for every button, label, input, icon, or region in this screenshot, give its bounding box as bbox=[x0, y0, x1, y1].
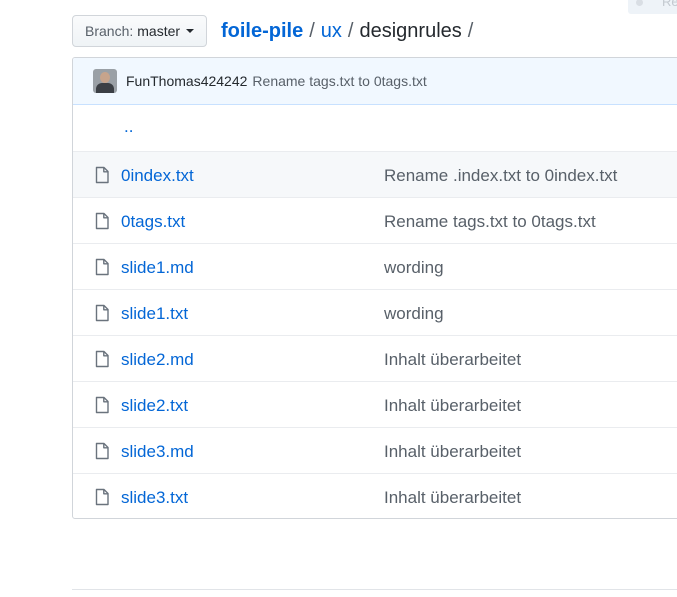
file-name-link[interactable]: 0index.txt bbox=[121, 166, 194, 186]
caret-down-icon bbox=[186, 29, 195, 33]
chip-label: Re bbox=[662, 0, 677, 9]
avatar[interactable] bbox=[93, 69, 117, 93]
table-row[interactable]: slide2.txt Inhalt überarbeitet bbox=[73, 381, 677, 427]
file-commit-message-link[interactable]: wording bbox=[384, 258, 444, 278]
breadcrumb-separator: / bbox=[467, 20, 474, 42]
parent-directory-row[interactable]: .. bbox=[73, 105, 677, 151]
file-commit-message-link[interactable]: Inhalt überarbeitet bbox=[384, 442, 521, 462]
commit-message-link[interactable]: Rename tags.txt to 0tags.txt bbox=[252, 73, 426, 89]
breadcrumb: foile-pile / ux / designrules / bbox=[221, 19, 479, 43]
breadcrumb-current: designrules bbox=[359, 20, 462, 42]
file-name-link[interactable]: slide2.md bbox=[121, 350, 194, 370]
file-icon bbox=[94, 396, 110, 414]
table-row[interactable]: 0index.txt Rename .index.txt to 0index.tx… bbox=[73, 151, 677, 197]
commit-author-link[interactable]: FunThomas424242 bbox=[126, 73, 247, 89]
file-commit-message-link[interactable]: Rename .index.txt to 0index.txt bbox=[384, 166, 617, 186]
file-commit-message-link[interactable]: Inhalt überarbeitet bbox=[384, 488, 521, 508]
branch-select-button[interactable]: Branch: master bbox=[72, 15, 208, 47]
file-icon bbox=[94, 258, 110, 276]
breadcrumb-dir-link[interactable]: ux bbox=[321, 20, 342, 42]
divider bbox=[72, 589, 677, 590]
file-name-link[interactable]: 0tags.txt bbox=[121, 212, 185, 232]
file-icon bbox=[94, 442, 110, 460]
breadcrumb-repo-link[interactable]: foile-pile bbox=[221, 20, 303, 42]
table-row[interactable]: slide1.md wording bbox=[73, 243, 677, 289]
repo-directory-page: Re Branch: master foile-pile / ux / designru… bbox=[0, 0, 677, 597]
table-row[interactable]: 0tags.txt Rename tags.txt to 0tags.txt bbox=[73, 197, 677, 243]
breadcrumb-separator: / bbox=[347, 20, 354, 42]
table-row[interactable]: slide2.md Inhalt überarbeitet bbox=[73, 335, 677, 381]
branch-value: master bbox=[137, 23, 181, 39]
file-name-link[interactable]: slide1.md bbox=[121, 258, 194, 278]
file-commit-message-link[interactable]: Inhalt überarbeitet bbox=[384, 350, 521, 370]
file-name-link[interactable]: slide1.txt bbox=[121, 304, 188, 324]
file-commit-message-link[interactable]: Rename tags.txt to 0tags.txt bbox=[384, 212, 596, 232]
file-commit-message-link[interactable]: Inhalt überarbeitet bbox=[384, 396, 521, 416]
file-commit-message-link[interactable]: wording bbox=[384, 304, 444, 324]
file-name-link[interactable]: slide3.md bbox=[121, 442, 194, 462]
top-right-chip[interactable]: Re bbox=[628, 0, 677, 14]
table-row[interactable]: slide1.txt wording bbox=[73, 289, 677, 335]
file-icon bbox=[94, 350, 110, 368]
file-icon bbox=[94, 166, 110, 184]
table-row[interactable]: slide3.md Inhalt überarbeitet bbox=[73, 427, 677, 473]
file-table: FunThomas424242 Rename tags.txt to 0tags… bbox=[72, 57, 677, 519]
file-name-link[interactable]: slide2.txt bbox=[121, 396, 188, 416]
file-name-link[interactable]: slide3.txt bbox=[121, 488, 188, 508]
breadcrumb-separator: / bbox=[309, 20, 315, 42]
branch-label: Branch: bbox=[85, 23, 134, 39]
latest-commit-bar: FunThomas424242 Rename tags.txt to 0tags… bbox=[73, 58, 677, 105]
parent-directory-link[interactable]: .. bbox=[124, 117, 133, 137]
chip-dot-icon bbox=[636, 0, 643, 6]
file-icon bbox=[94, 212, 110, 230]
table-row[interactable]: slide3.txt Inhalt überarbeitet bbox=[73, 473, 677, 518]
file-icon bbox=[94, 304, 110, 322]
file-icon bbox=[94, 488, 110, 506]
